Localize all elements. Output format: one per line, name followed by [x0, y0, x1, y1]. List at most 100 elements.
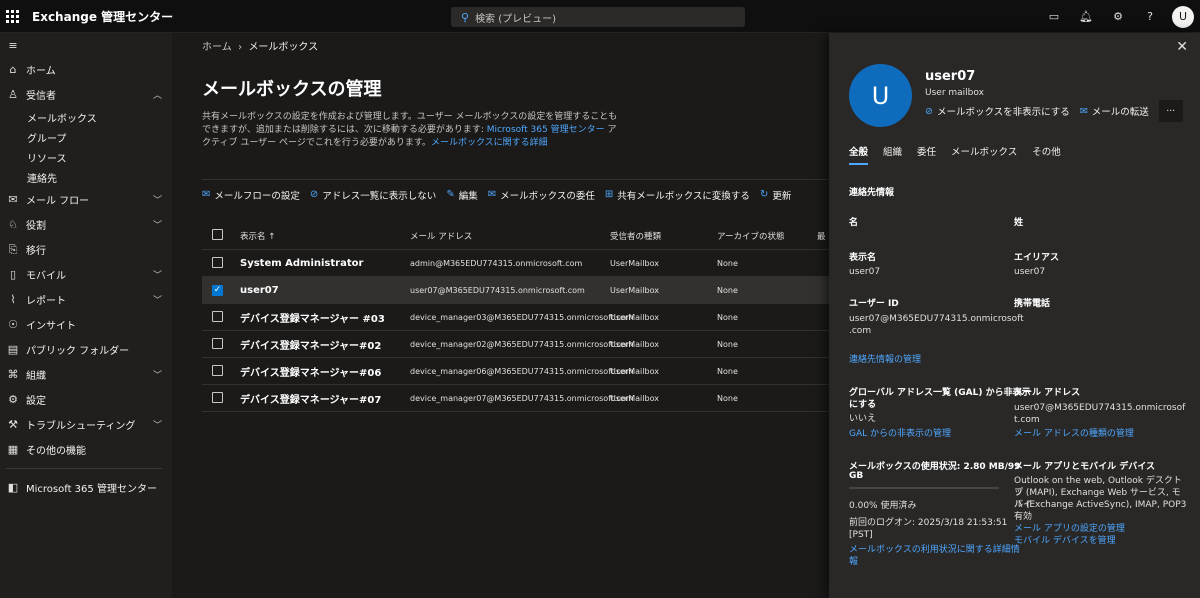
- column-header-truncated[interactable]: 最: [817, 230, 829, 242]
- cell-type: UserMailbox: [610, 393, 659, 403]
- gear-icon[interactable]: ⚙: [1102, 0, 1134, 33]
- office-icon: ◧: [7, 481, 19, 494]
- row-checkbox[interactable]: [212, 391, 223, 403]
- user-avatar: U: [849, 64, 912, 127]
- tab-other[interactable]: その他: [1032, 144, 1061, 165]
- sidebar-item-mobile[interactable]: ▯ モバイル ﹀: [0, 262, 172, 287]
- app-launcher-icon[interactable]: [0, 0, 24, 33]
- hide-icon: ⊘: [925, 105, 933, 117]
- sidebar-item-organization[interactable]: ⌘ 組織 ﹀: [0, 362, 172, 387]
- sidebar-item-roles[interactable]: ♘ 役割 ﹀: [0, 212, 172, 237]
- row-checkbox[interactable]: [212, 310, 223, 322]
- sidebar-item-more-features[interactable]: ▦ その他の機能: [0, 437, 172, 462]
- cell-display-name: デバイス登録マネージャー#02: [240, 340, 382, 352]
- mail-flow-settings-button[interactable]: ✉ メールフローの設定: [202, 188, 300, 202]
- sidebar-item-insights[interactable]: ☉ インサイト: [0, 312, 172, 337]
- sidebar-item-label: 連絡先: [27, 173, 57, 185]
- tab-general[interactable]: 全般: [849, 144, 869, 165]
- tab-mailbox[interactable]: メールボックス: [951, 144, 1017, 165]
- select-all-checkbox[interactable]: [212, 229, 223, 240]
- sidebar-item-home[interactable]: ⌂ ホーム: [0, 57, 172, 82]
- table-row[interactable]: System Administrator admin@M365EDU774315…: [202, 250, 829, 277]
- convert-shared-button[interactable]: ⊞ 共有メールボックスに変換する: [605, 188, 750, 202]
- breadcrumb-home[interactable]: ホーム: [202, 42, 232, 53]
- sidebar-item-mailboxes[interactable]: メールボックス: [0, 107, 172, 127]
- row-checkbox[interactable]: [212, 337, 223, 349]
- column-header-email[interactable]: メール アドレス: [410, 230, 610, 242]
- cell-archive: None: [717, 312, 738, 322]
- column-header-type[interactable]: 受信者の種類: [610, 230, 717, 242]
- bell-icon[interactable]: 🔔︎: [1070, 0, 1102, 33]
- phone-label: 携帯電話: [1014, 299, 1051, 309]
- gal-manage-link[interactable]: GAL からの非表示の管理: [849, 428, 951, 440]
- m365-admin-link[interactable]: Microsoft 365 管理センター: [487, 125, 605, 135]
- row-checkbox[interactable]: ✓: [212, 284, 223, 296]
- sidebar-item-public-folders[interactable]: ▤ パブリック フォルダー: [0, 337, 172, 362]
- sidebar-item-label: トラブルシューティング: [26, 421, 136, 432]
- sidebar-item-label: 移行: [26, 246, 46, 257]
- sidebar-item-label: グループ: [27, 133, 67, 145]
- sidebar-item-m365-admin[interactable]: ◧ Microsoft 365 管理センター: [0, 475, 172, 500]
- sidebar-item-migration[interactable]: ⎘ 移行: [0, 237, 172, 262]
- search-placeholder: 検索 (プレビュー): [475, 13, 557, 25]
- sidebar-item-resources[interactable]: リソース: [0, 147, 172, 167]
- mobile-icon: ▯: [9, 268, 17, 281]
- mail-icon: ✉: [1079, 105, 1088, 117]
- search-box[interactable]: ⚲ 検索 (プレビュー): [451, 7, 745, 27]
- manage-contact-link[interactable]: 連絡先情報の管理: [849, 354, 921, 366]
- usage-label-line2: GB: [849, 471, 864, 481]
- help-icon[interactable]: ?: [1134, 0, 1166, 33]
- chevron-down-icon: ﹀: [152, 371, 162, 381]
- sidebar-divider: [6, 468, 162, 469]
- cell-type: UserMailbox: [610, 312, 659, 322]
- sidebar-item-reports[interactable]: ⌇ レポート ﹀: [0, 287, 172, 312]
- cell-email: device_manager03@M365EDU774315.onmicroso…: [410, 312, 634, 322]
- usage-details-link-line2[interactable]: 報: [849, 556, 858, 568]
- sidebar-item-label: ホーム: [26, 66, 56, 77]
- hide-mailbox-button[interactable]: ⊘ メールボックスを非表示にする: [925, 104, 1070, 119]
- tab-organization[interactable]: 組織: [883, 144, 902, 165]
- table-row[interactable]: ✓ user07 user07@M365EDU774315.onmicrosof…: [202, 277, 829, 304]
- sidebar-item-contacts[interactable]: 連絡先: [0, 167, 172, 187]
- sidebar: ≡ ⌂ ホーム ♙ 受信者 ︿ メールボックス グループ リソース 連絡先 ✉ メール …: [0, 33, 172, 598]
- hide-from-list-button[interactable]: ⊘ アドレス一覧に表示しない: [310, 188, 436, 202]
- avatar[interactable]: U: [1172, 5, 1194, 28]
- table-row[interactable]: デバイス登録マネージャー#07 device_manager07@M365EDU…: [202, 385, 829, 412]
- column-header-archive[interactable]: アーカイブの状態: [717, 230, 817, 242]
- app-title[interactable]: Exchange 管理センター: [32, 8, 173, 25]
- table-row[interactable]: デバイス登録マネージャー#06 device_manager06@M365EDU…: [202, 358, 829, 385]
- hamburger-button[interactable]: ≡: [0, 33, 172, 57]
- delegation-button[interactable]: ✉ メールボックスの委任: [488, 188, 595, 202]
- sidebar-item-label: リソース: [27, 153, 67, 165]
- sidebar-item-label: メールボックス: [27, 113, 97, 125]
- gal-label-line1: グローバル アドレス一覧 (GAL) から非表示: [849, 388, 1031, 398]
- email-value-line1: user07@M365EDU774315.onmicrosof: [1014, 403, 1186, 413]
- mobile-manage-link[interactable]: モバイル デバイスを管理: [1014, 535, 1116, 547]
- refresh-button[interactable]: ↻ 更新: [760, 188, 791, 202]
- email-manage-link[interactable]: メール アドレスの種類の管理: [1014, 428, 1134, 440]
- tab-delegation[interactable]: 委任: [917, 144, 936, 165]
- terminal-icon[interactable]: ▭: [1038, 0, 1070, 33]
- close-icon[interactable]: ✕: [1176, 39, 1188, 55]
- usage-details-link-line1[interactable]: メールボックスの利用状況に関する詳細情: [849, 544, 1020, 556]
- forward-mail-button[interactable]: ✉ メールの転送: [1079, 104, 1149, 119]
- mail-flow-icon: ✉: [202, 189, 211, 200]
- sidebar-item-troubleshooting[interactable]: ⚒ トラブルシューティング ﹀: [0, 412, 172, 437]
- sidebar-item-groups[interactable]: グループ: [0, 127, 172, 147]
- sidebar-item-mail-flow[interactable]: ✉ メール フロー ﹀: [0, 187, 172, 212]
- column-header-display-name[interactable]: 表示名 ↑: [240, 230, 410, 242]
- sidebar-item-label: メール フロー: [26, 196, 90, 207]
- more-actions-button[interactable]: ···: [1158, 100, 1183, 122]
- breadcrumb: ホーム › メールボックス: [202, 38, 318, 53]
- apps-manage-link[interactable]: メール アプリの設定の管理: [1014, 523, 1125, 535]
- edit-button[interactable]: ✎ 編集: [446, 188, 477, 202]
- table-row[interactable]: デバイス登録マネージャー #03 device_manager03@M365ED…: [202, 304, 829, 331]
- row-checkbox[interactable]: [212, 364, 223, 376]
- mailbox-details-link[interactable]: メールボックスに関する詳細: [431, 138, 548, 148]
- table-row[interactable]: デバイス登録マネージャー#02 device_manager02@M365EDU…: [202, 331, 829, 358]
- last-logon-line2: [PST]: [849, 530, 873, 540]
- email-label: メール アドレス: [1014, 388, 1081, 398]
- sidebar-item-recipients[interactable]: ♙ 受信者 ︿: [0, 82, 172, 107]
- row-checkbox[interactable]: [212, 256, 223, 268]
- sidebar-item-settings[interactable]: ⚙ 設定: [0, 387, 172, 412]
